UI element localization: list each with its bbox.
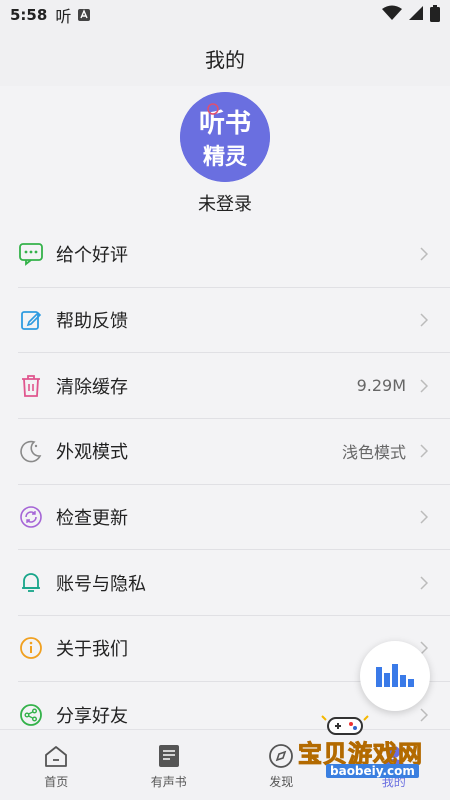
- chevron-right-icon: [420, 707, 430, 723]
- login-status[interactable]: 未登录: [0, 190, 450, 216]
- tab-label: 发现: [269, 775, 294, 789]
- menu-item-label: 外观模式: [56, 442, 128, 464]
- floating-player-button[interactable]: [360, 641, 430, 711]
- menu-item-label: 分享好友: [56, 705, 128, 727]
- menu-item-label: 账号与隐私: [56, 573, 146, 595]
- menu-item-label: 清除缓存: [56, 376, 128, 398]
- tab-audiobook[interactable]: 有声书: [113, 730, 226, 800]
- chevron-right-icon: [420, 378, 430, 394]
- svg-text:精灵: 精灵: [203, 144, 247, 170]
- share-icon: [18, 702, 44, 728]
- info-icon: [18, 635, 44, 661]
- chevron-right-icon: [420, 312, 430, 328]
- cache-size-value: 9.29M: [356, 376, 406, 396]
- notification-icon: [77, 8, 91, 22]
- signal-icon: [408, 5, 424, 25]
- bell-icon: [18, 570, 44, 596]
- menu-item-feedback[interactable]: 帮助反馈: [18, 288, 450, 354]
- audiobook-icon: [155, 742, 183, 770]
- tab-home[interactable]: 首页: [0, 730, 113, 800]
- trash-icon: [18, 373, 44, 399]
- tab-profile[interactable]: 我的: [338, 730, 450, 800]
- battery-icon: [430, 4, 440, 26]
- tab-label: 首页: [44, 775, 69, 789]
- profile-section: 听书 精灵 未登录: [0, 86, 450, 220]
- edit-icon: [18, 307, 44, 333]
- menu-item-account-privacy[interactable]: 账号与隐私: [18, 550, 450, 617]
- app-glyph: 听: [55, 7, 72, 26]
- chevron-right-icon: [420, 509, 430, 525]
- page-title: 我的: [0, 30, 450, 86]
- menu-item-label: 检查更新: [56, 508, 128, 530]
- status-time: 5:58: [10, 6, 48, 24]
- tab-label: 有声书: [150, 775, 187, 789]
- menu-item-rate[interactable]: 给个好评: [18, 222, 450, 288]
- home-icon: [42, 742, 70, 770]
- avatar[interactable]: 听书 精灵: [180, 92, 270, 182]
- chevron-right-icon: [420, 575, 430, 591]
- comment-icon: [18, 241, 44, 267]
- refresh-icon: [18, 504, 44, 530]
- moon-icon: [18, 438, 44, 464]
- bottom-tab-bar: 首页 有声书 发现 我的: [0, 729, 450, 800]
- profile-icon: [380, 742, 408, 770]
- status-bar: 5:58 听: [0, 0, 450, 30]
- chevron-right-icon: [420, 443, 430, 459]
- audio-bars-icon: [376, 661, 414, 691]
- menu-item-appearance[interactable]: 外观模式 浅色模式: [18, 419, 450, 485]
- menu-item-label: 关于我们: [56, 639, 128, 661]
- menu-item-clear-cache[interactable]: 清除缓存 9.29M: [18, 353, 450, 420]
- chevron-right-icon: [420, 246, 430, 262]
- menu-item-label: 给个好评: [56, 245, 128, 267]
- discover-icon: [267, 742, 295, 770]
- tab-discover[interactable]: 发现: [225, 730, 338, 800]
- svg-text:听书: 听书: [199, 109, 251, 139]
- appearance-mode-value: 浅色模式: [341, 443, 406, 463]
- menu-item-check-update[interactable]: 检查更新: [18, 485, 450, 551]
- menu-item-label: 帮助反馈: [56, 311, 128, 333]
- app-logo-icon: 听书 精灵: [180, 92, 270, 182]
- tab-label: 我的: [381, 775, 406, 789]
- wifi-icon: [382, 5, 402, 25]
